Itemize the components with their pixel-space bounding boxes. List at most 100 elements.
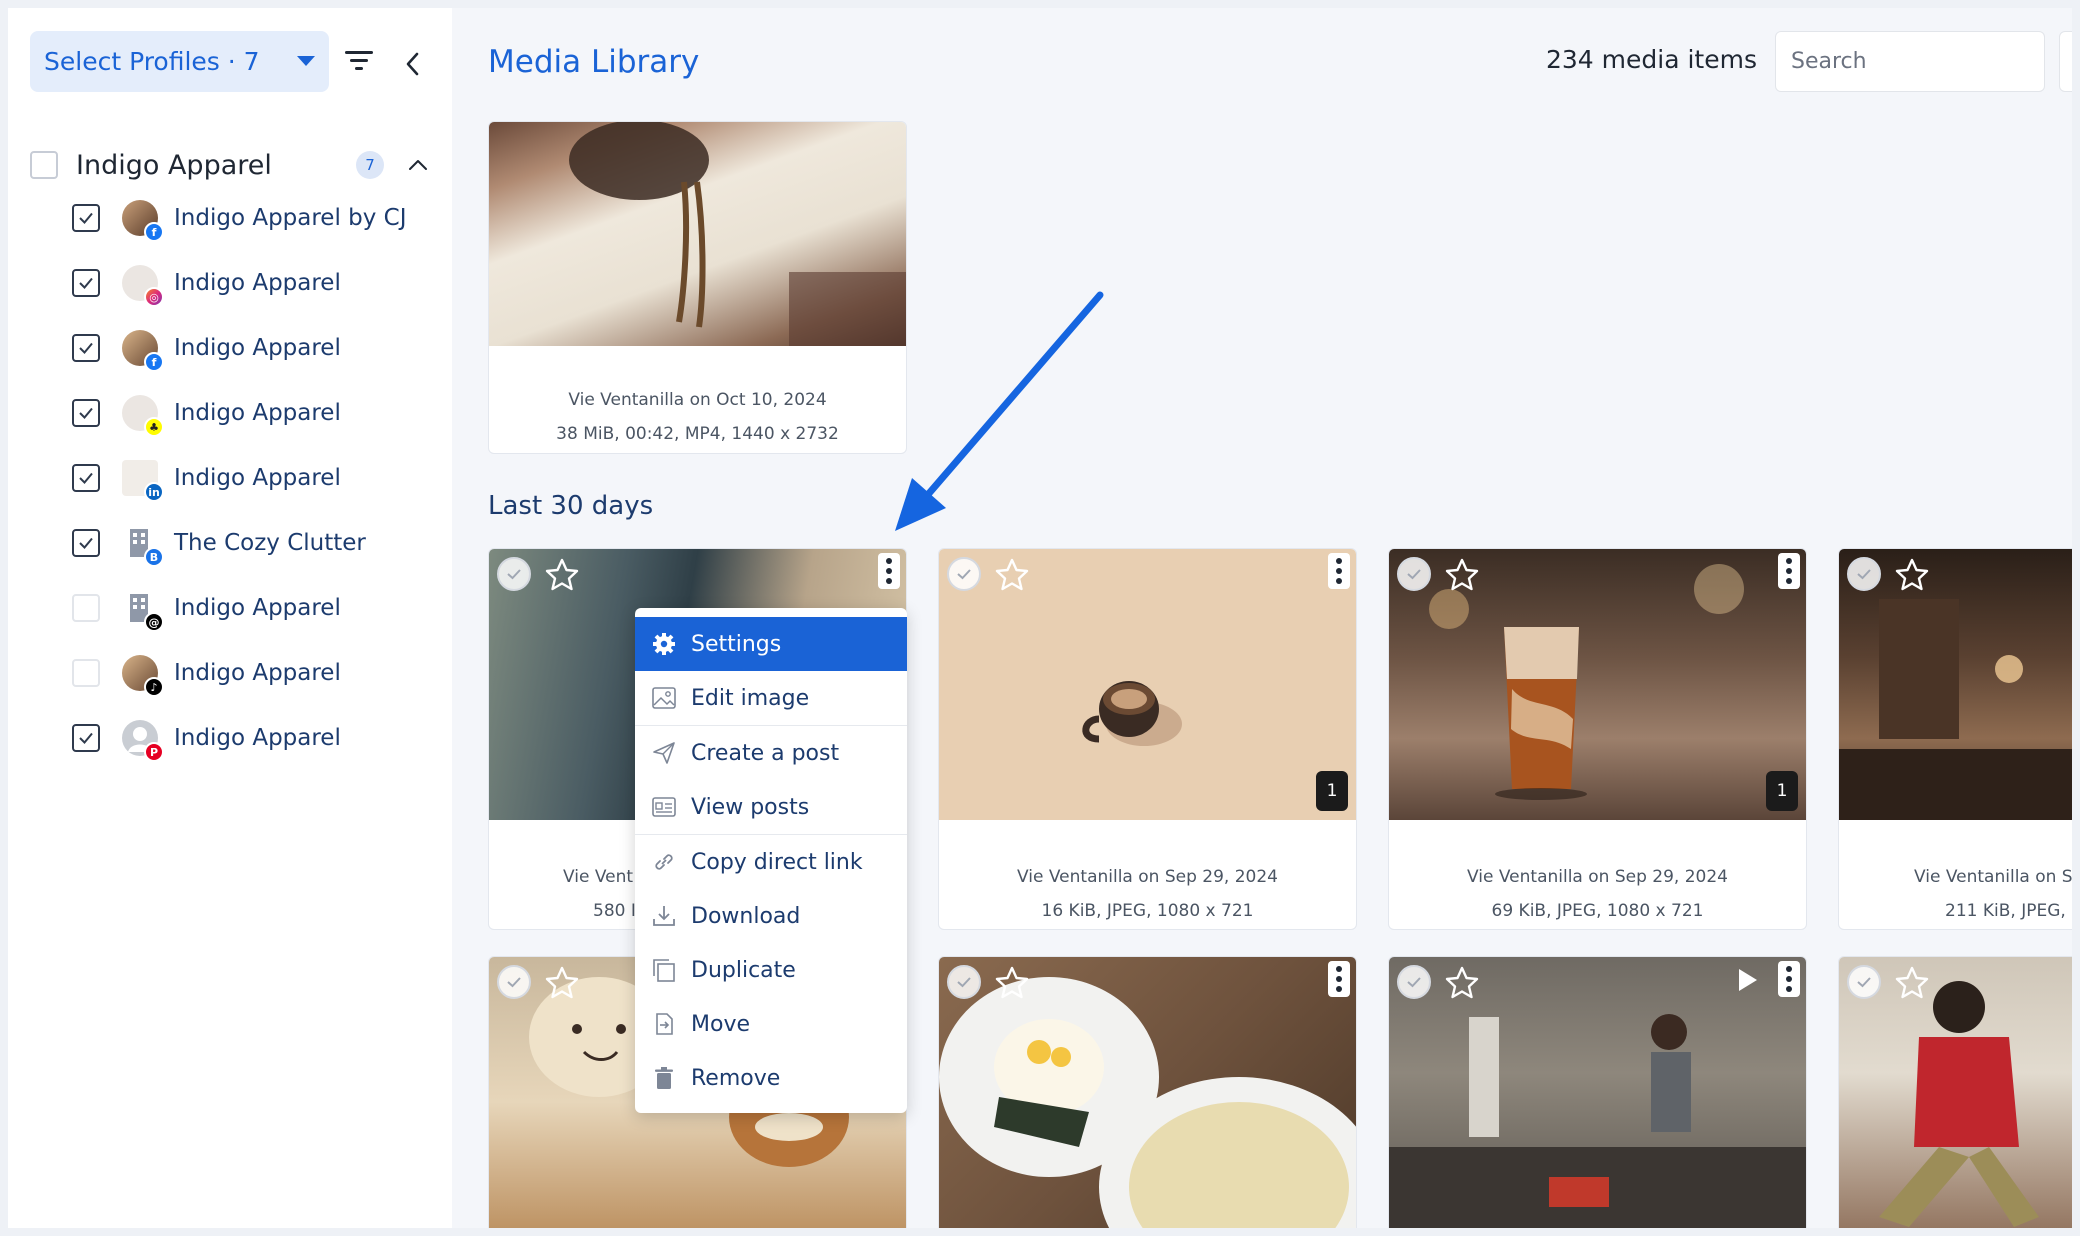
menu-item-label: Download <box>691 903 801 929</box>
group-count-badge: 7 <box>356 151 384 179</box>
profile-checkbox[interactable] <box>72 594 100 622</box>
select-media-checkbox[interactable] <box>1847 965 1881 999</box>
profile-checkbox[interactable] <box>72 399 100 427</box>
menu-item-download[interactable]: Download <box>635 889 907 943</box>
menu-item-duplicate[interactable]: Duplicate <box>635 943 907 997</box>
filter-icon[interactable] <box>343 48 375 74</box>
avatar: P <box>122 720 164 762</box>
menu-item-label: Settings <box>691 631 782 657</box>
search-input[interactable] <box>1775 31 2045 92</box>
profile-row[interactable]: ♪ Indigo Apparel <box>72 649 442 697</box>
profile-name: Indigo Apparel <box>174 595 341 621</box>
star-icon[interactable] <box>1894 965 1930 1001</box>
menu-item-label: Remove <box>691 1065 781 1091</box>
media-thumbnail[interactable] <box>1839 957 2072 1228</box>
media-meta-line2: 69 KiB, JPEG, 1080 x 721 <box>1491 901 1704 921</box>
media-meta-line1: Vie Ventanilla on Oct 10, 2024 <box>568 390 827 410</box>
more-options-icon[interactable] <box>878 553 900 589</box>
linkedin-icon: in <box>144 482 164 502</box>
profile-checkbox[interactable] <box>72 724 100 752</box>
app-window: Select Profiles · 7 Indigo Apparel 7 f I… <box>8 8 2072 1228</box>
select-profiles-label: Select Profiles · 7 <box>44 47 260 76</box>
menu-item-move[interactable]: Move <box>635 997 907 1051</box>
select-media-checkbox[interactable] <box>1847 557 1881 591</box>
instagram-icon: ◎ <box>144 287 164 307</box>
select-media-checkbox[interactable] <box>497 557 531 591</box>
profile-row[interactable]: P Indigo Apparel <box>72 714 442 762</box>
star-icon[interactable] <box>1444 965 1480 1001</box>
trash-icon <box>655 1067 673 1089</box>
media-thumbnail[interactable] <box>1839 549 2072 820</box>
star-icon[interactable] <box>1444 557 1480 593</box>
profile-name: Indigo Apparel <box>174 335 341 361</box>
star-icon[interactable] <box>994 557 1030 593</box>
media-count: 234 media items <box>1546 45 1757 74</box>
select-media-checkbox[interactable] <box>1397 557 1431 591</box>
profile-row[interactable]: f Indigo Apparel <box>72 324 442 372</box>
more-options-icon[interactable] <box>1328 961 1350 997</box>
profile-name: Indigo Apparel <box>174 660 341 686</box>
star-icon[interactable] <box>1894 557 1930 593</box>
media-meta-line2: 38 MiB, 00:42, MP4, 1440 x 2732 <box>556 424 839 444</box>
select-media-checkbox[interactable] <box>947 965 981 999</box>
select-media-checkbox[interactable] <box>947 557 981 591</box>
media-card[interactable] <box>938 956 1357 1228</box>
more-options-icon[interactable] <box>1778 961 1800 997</box>
star-icon[interactable] <box>544 965 580 1001</box>
media-card[interactable]: Vie Ventanilla on Oct 10, 2024 38 MiB, 0… <box>488 121 907 454</box>
chevron-up-icon[interactable] <box>406 153 430 177</box>
profile-checkbox[interactable] <box>72 464 100 492</box>
select-media-checkbox[interactable] <box>1397 965 1431 999</box>
menu-item-label: Move <box>691 1011 750 1037</box>
profile-name: Indigo Apparel by CJ <box>174 205 407 231</box>
profile-checkbox[interactable] <box>72 659 100 687</box>
media-card[interactable]: Vie Ventanilla on S 211 KiB, JPEG, 144 <box>1838 548 2072 930</box>
media-card[interactable]: 1 Vie Ventanilla on Sep 29, 2024 69 KiB,… <box>1388 548 1807 930</box>
menu-item-edit-image[interactable]: Edit image <box>635 671 907 725</box>
profile-row[interactable]: ◎ Indigo Apparel <box>72 259 442 307</box>
profile-name: Indigo Apparel <box>174 400 341 426</box>
menu-item-settings[interactable]: Settings <box>635 617 907 671</box>
clipped-button[interactable]: S <box>2059 31 2072 92</box>
media-thumbnail[interactable] <box>489 122 906 346</box>
menu-item-remove[interactable]: Remove <box>635 1051 907 1105</box>
more-options-icon[interactable] <box>1778 553 1800 589</box>
media-card[interactable] <box>1388 956 1807 1228</box>
menu-item-view-posts[interactable]: View posts <box>635 780 907 834</box>
avatar: f <box>122 200 164 242</box>
profile-checkbox[interactable] <box>72 334 100 362</box>
media-meta-line1: Vie Ventanilla on Sep 29, 2024 <box>1467 867 1728 887</box>
tiktok-icon: ♪ <box>144 677 164 697</box>
facebook-icon: f <box>144 222 164 242</box>
sidebar: Select Profiles · 7 Indigo Apparel 7 f I… <box>8 8 452 1228</box>
profile-group-row[interactable]: Indigo Apparel 7 <box>30 140 440 190</box>
media-card[interactable]: 1 Vie Ventanilla on Sep 29, 2024 16 KiB,… <box>938 548 1357 930</box>
avatar: ♣ <box>122 395 164 437</box>
avatar: ♪ <box>122 655 164 697</box>
group-checkbox[interactable] <box>30 151 58 179</box>
profile-checkbox[interactable] <box>72 269 100 297</box>
menu-item-create-post[interactable]: Create a post <box>635 726 907 780</box>
profile-row[interactable]: @ Indigo Apparel <box>72 584 442 632</box>
profile-checkbox[interactable] <box>72 204 100 232</box>
collapse-sidebar-icon[interactable] <box>402 50 424 78</box>
facebook-icon: f <box>144 352 164 372</box>
snapchat-icon: ♣ <box>144 417 164 437</box>
photo-cafe-interior <box>1839 599 2072 820</box>
menu-item-copy-link[interactable]: Copy direct link <box>635 835 907 889</box>
star-icon[interactable] <box>544 557 580 593</box>
profile-row[interactable]: B The Cozy Clutter <box>72 519 442 567</box>
caret-down-icon <box>297 56 315 66</box>
profile-row[interactable]: ♣ Indigo Apparel <box>72 389 442 437</box>
more-options-icon[interactable] <box>1328 553 1350 589</box>
profile-row[interactable]: in Indigo Apparel <box>72 454 442 502</box>
select-profiles-dropdown[interactable]: Select Profiles · 7 <box>30 31 329 92</box>
google-business-icon: B <box>144 547 164 567</box>
media-card[interactable] <box>1838 956 2072 1228</box>
menu-item-label: Copy direct link <box>691 849 863 875</box>
profile-checkbox[interactable] <box>72 529 100 557</box>
profile-row[interactable]: f Indigo Apparel by CJ <box>72 194 442 242</box>
star-icon[interactable] <box>994 965 1030 1001</box>
select-media-checkbox[interactable] <box>497 965 531 999</box>
gear-icon <box>653 633 675 655</box>
